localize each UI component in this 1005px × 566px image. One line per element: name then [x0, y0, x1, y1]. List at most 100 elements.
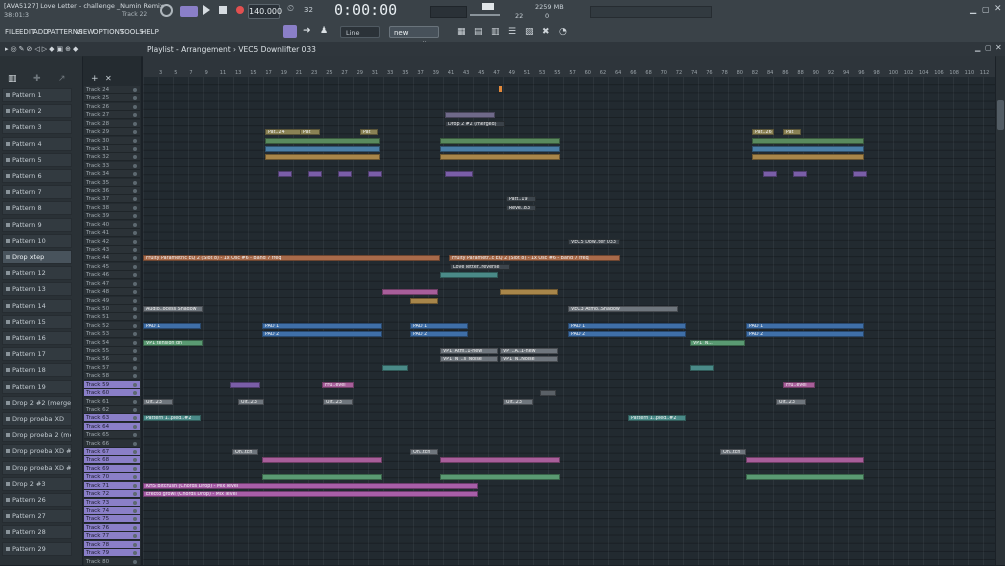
track-header[interactable]: Track 57 [84, 363, 140, 372]
playlist-clip[interactable]: PAD 1 [746, 322, 864, 329]
track-header[interactable]: Track 42 [84, 237, 140, 246]
track-header[interactable]: Track 32 [84, 153, 140, 162]
track-header[interactable]: Track 70 [84, 473, 140, 482]
playlist-clip[interactable]: VP1_N_..s_Noise [440, 356, 498, 363]
playlist-clip[interactable] [752, 137, 864, 144]
playlist-clip[interactable] [308, 171, 322, 178]
playlist-clip[interactable]: PAD 2 [410, 331, 468, 338]
playlist-clip[interactable]: Pat..26 [752, 129, 774, 136]
playlist-clip[interactable] [440, 145, 560, 152]
playlist-clip[interactable]: Fruity Parametric EQ 2 (Slot 8) - 1x Osc… [143, 255, 440, 262]
track-header[interactable]: Track 53 [84, 330, 140, 339]
playlist-clip[interactable]: Ult..23 [323, 398, 353, 405]
pattern-item[interactable]: Pattern 10 [2, 233, 72, 248]
track-header[interactable]: Track 74 [84, 507, 140, 515]
snap-selector[interactable]: Line [340, 26, 380, 38]
playlist-clip[interactable]: VP1_Atm..1-new [440, 348, 498, 355]
playlist-clip[interactable]: Efecto growl (Chords Drop) - Mix level [143, 491, 478, 498]
pattern-item[interactable]: Pattern 29 [2, 541, 72, 556]
playlist-clip[interactable] [746, 474, 864, 481]
track-header[interactable]: Track 25 [84, 94, 140, 103]
menu-help[interactable]: HELP [141, 28, 159, 36]
track-header[interactable]: Track 75 [84, 515, 140, 524]
playlist-clip[interactable]: Ult..23 [143, 398, 173, 405]
playlist-clip[interactable]: Ult..23 [776, 398, 806, 405]
pattern-selector[interactable]: new #..erged) [389, 26, 439, 49]
playlist-clip[interactable] [262, 457, 382, 464]
playlist-clip[interactable]: VP1_N... [690, 339, 745, 346]
playlist-clip[interactable]: PAD 2 [746, 331, 864, 338]
track-header[interactable]: Track 66 [84, 439, 140, 448]
pattern-item[interactable]: Drop 2 #3 [2, 476, 72, 491]
arrow-icon[interactable]: ➜ [303, 26, 311, 36]
add-track-icon[interactable]: + [91, 74, 99, 84]
track-header[interactable]: Track 69 [84, 464, 140, 473]
playlist-clip[interactable] [440, 457, 560, 464]
playlist-clip[interactable]: Pat [783, 129, 801, 136]
menu-view[interactable]: VIEW [76, 28, 94, 36]
playlist-clip[interactable]: Oh..tch [720, 449, 746, 456]
track-header[interactable]: Track 34 [84, 170, 140, 179]
track-header[interactable]: Track 71 [84, 481, 140, 490]
pattern-item[interactable]: Pattern 6 [2, 169, 72, 183]
pattern-item[interactable]: Pattern 17 [2, 347, 72, 362]
track-header[interactable]: Track 49 [84, 296, 140, 305]
vertical-scrollbar[interactable] [996, 56, 1005, 565]
scrollbar-thumb[interactable] [997, 100, 1004, 130]
playlist-clip[interactable]: Patt..19 [506, 196, 536, 203]
playlist-clip[interactable]: PAD 1 [568, 322, 686, 329]
stop-icon[interactable] [219, 6, 227, 14]
playlist-clip[interactable]: VEC3 Atmo..Shadow [568, 305, 678, 312]
pattern-item[interactable]: Drop proeba 2 (merged) [2, 428, 72, 443]
playlist-clip[interactable] [500, 289, 558, 296]
playlist-clip[interactable]: Fru..evel [322, 381, 354, 388]
playlist-clip[interactable] [445, 112, 495, 119]
playlist-clip[interactable]: PAD 1 [410, 322, 468, 329]
playlist-view-button[interactable] [283, 25, 297, 38]
playlist-clip[interactable] [440, 154, 560, 161]
playlist-clip[interactable] [440, 474, 560, 481]
playlist-minimize-icon[interactable]: ▁ [975, 44, 980, 52]
maximize-icon[interactable]: ▢ [982, 5, 990, 14]
playhead-marker[interactable] [499, 86, 502, 92]
playlist-clip[interactable] [262, 474, 382, 481]
pattern-item[interactable]: Pattern 2 [2, 104, 72, 119]
track-header[interactable]: Track 78 [84, 540, 140, 549]
pattern-item[interactable]: Pattern 27 [2, 509, 72, 524]
mixer-icon[interactable]: ☰ [508, 27, 516, 37]
track-header[interactable]: Track 45 [84, 262, 140, 271]
playlist-clip[interactable]: VEC5 Dow..ter 033 [568, 238, 620, 245]
pattern-item[interactable]: Pattern 14 [2, 298, 72, 313]
metronome-icon[interactable]: ⏲ [287, 4, 294, 14]
pattern-item[interactable]: Pattern 5 [2, 152, 72, 167]
playlist-clip[interactable] [793, 171, 807, 178]
piano-roll-icon[interactable]: ▤ [474, 27, 483, 37]
track-header[interactable]: Track 43 [84, 245, 140, 254]
playlist-clip[interactable]: VP1_N..Noise [500, 356, 558, 363]
playlist-clip[interactable]: Pattern 1..pled..#2 [628, 415, 686, 422]
playlist-clip[interactable] [410, 297, 438, 304]
track-header[interactable]: Track 50 [84, 304, 140, 313]
playlist-clip[interactable] [752, 154, 864, 161]
playlist-clip[interactable] [540, 390, 556, 397]
track-header[interactable]: Track 27 [84, 111, 140, 120]
browser-icon[interactable]: ▧ [525, 27, 534, 37]
pattern-item[interactable]: Pattern 8 [2, 201, 72, 216]
audio-clips-icon[interactable]: ✚ [33, 74, 41, 84]
playlist-clip[interactable]: Audio..ocess Shadow [143, 305, 203, 312]
pattern-item[interactable]: Pattern 26 [2, 493, 72, 507]
stamp-icon[interactable]: ♟ [320, 26, 328, 36]
playlist-clip[interactable]: Pattern 1..pled..#2 [143, 415, 201, 422]
playlist-clip[interactable] [853, 171, 867, 178]
pattern-item[interactable]: Pattern 16 [2, 331, 72, 345]
pattern-item[interactable]: Pattern 12 [2, 266, 72, 281]
playlist-clip[interactable]: Oh..tch [232, 449, 258, 456]
pattern-item[interactable]: Pattern 3 [2, 120, 72, 135]
track-header[interactable]: Track 56 [84, 355, 140, 364]
track-header[interactable]: Track 48 [84, 288, 140, 297]
playlist-clip[interactable] [382, 364, 408, 371]
playlist-clip[interactable]: PAD 1 [262, 322, 382, 329]
playlist-clip[interactable]: Pat [360, 129, 378, 136]
master-volume-knob[interactable] [160, 4, 173, 17]
track-header[interactable]: Track 77 [84, 532, 140, 541]
